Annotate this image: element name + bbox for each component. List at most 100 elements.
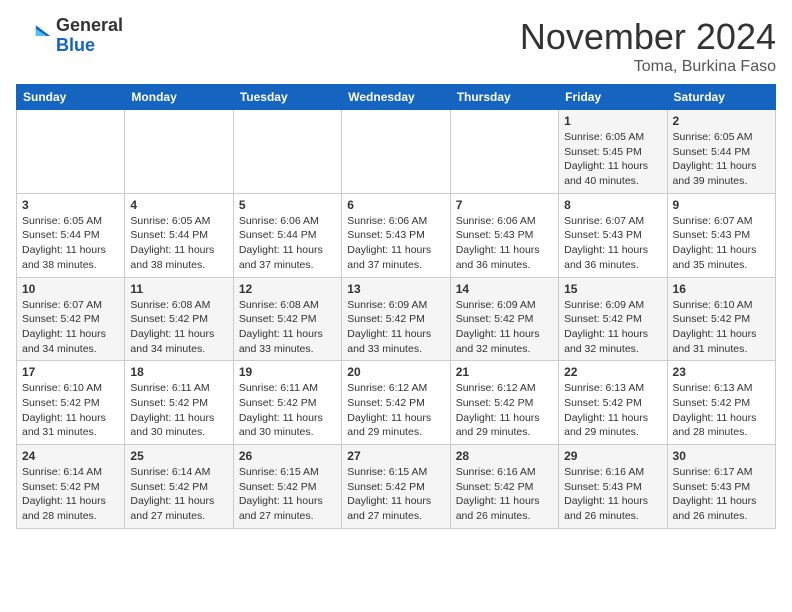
day-info: Sunrise: 6:05 AMSunset: 5:45 PMDaylight:… (564, 130, 661, 189)
day-info: Sunrise: 6:09 AMSunset: 5:42 PMDaylight:… (456, 298, 553, 357)
day-info: Sunrise: 6:09 AMSunset: 5:42 PMDaylight:… (347, 298, 444, 357)
day-info: Sunrise: 6:13 AMSunset: 5:42 PMDaylight:… (564, 381, 661, 440)
day-number: 10 (22, 282, 119, 296)
day-cell: 5Sunrise: 6:06 AMSunset: 5:44 PMDaylight… (233, 193, 341, 277)
day-info: Sunrise: 6:11 AMSunset: 5:42 PMDaylight:… (239, 381, 336, 440)
day-number: 15 (564, 282, 661, 296)
day-number: 4 (130, 198, 227, 212)
day-number: 3 (22, 198, 119, 212)
calendar-body: 1 Sunrise: 6:05 AMSunset: 5:45 PMDaylight… (17, 110, 776, 529)
day-number: 16 (673, 282, 770, 296)
day-info: Sunrise: 6:14 AMSunset: 5:42 PMDaylight:… (22, 465, 119, 524)
day-cell: 28Sunrise: 6:16 AMSunset: 5:42 PMDayligh… (450, 445, 558, 529)
month-title: November 2024 (520, 16, 776, 58)
day-info: Sunrise: 6:12 AMSunset: 5:42 PMDaylight:… (456, 381, 553, 440)
day-number: 7 (456, 198, 553, 212)
day-number: 30 (673, 449, 770, 463)
day-cell: 1 Sunrise: 6:05 AMSunset: 5:45 PMDaylight… (559, 110, 667, 194)
day-cell: 17 Sunrise: 6:10 AMSunset: 5:42 PMDayligh… (17, 361, 125, 445)
day-number: 9 (673, 198, 770, 212)
day-number: 18 (130, 365, 227, 379)
header-cell-sunday: Sunday (17, 85, 125, 110)
day-number: 14 (456, 282, 553, 296)
day-cell: 8 Sunrise: 6:07 AMSunset: 5:43 PMDaylight… (559, 193, 667, 277)
day-cell: 9 Sunrise: 6:07 AMSunset: 5:43 PMDaylight… (667, 193, 775, 277)
week-row-4: 17 Sunrise: 6:10 AMSunset: 5:42 PMDayligh… (17, 361, 776, 445)
day-info: Sunrise: 6:17 AMSunset: 5:43 PMDaylight:… (673, 465, 770, 524)
day-info: Sunrise: 6:07 AMSunset: 5:43 PMDaylight:… (673, 214, 770, 273)
day-number: 22 (564, 365, 661, 379)
calendar-header: SundayMondayTuesdayWednesdayThursdayFrid… (17, 85, 776, 110)
day-info: Sunrise: 6:14 AMSunset: 5:42 PMDaylight:… (130, 465, 227, 524)
day-cell: 13Sunrise: 6:09 AMSunset: 5:42 PMDayligh… (342, 277, 450, 361)
day-cell (233, 110, 341, 194)
day-cell (342, 110, 450, 194)
day-cell (17, 110, 125, 194)
day-cell: 25 Sunrise: 6:14 AMSunset: 5:42 PMDayligh… (125, 445, 233, 529)
day-number: 5 (239, 198, 336, 212)
day-number: 17 (22, 365, 119, 379)
day-cell: 22 Sunrise: 6:13 AMSunset: 5:42 PMDayligh… (559, 361, 667, 445)
day-info: Sunrise: 6:13 AMSunset: 5:42 PMDaylight:… (673, 381, 770, 440)
day-cell (125, 110, 233, 194)
day-number: 23 (673, 365, 770, 379)
day-info: Sunrise: 6:10 AMSunset: 5:42 PMDaylight:… (22, 381, 119, 440)
day-number: 21 (456, 365, 553, 379)
header-row: SundayMondayTuesdayWednesdayThursdayFrid… (17, 85, 776, 110)
day-info: Sunrise: 6:12 AMSunset: 5:42 PMDaylight:… (347, 381, 444, 440)
day-number: 20 (347, 365, 444, 379)
day-info: Sunrise: 6:10 AMSunset: 5:42 PMDaylight:… (673, 298, 770, 357)
day-cell: 26 Sunrise: 6:15 AMSunset: 5:42 PMDayligh… (233, 445, 341, 529)
day-cell: 11Sunrise: 6:08 AMSunset: 5:42 PMDayligh… (125, 277, 233, 361)
day-info: Sunrise: 6:05 AMSunset: 5:44 PMDaylight:… (130, 214, 227, 273)
header-cell-thursday: Thursday (450, 85, 558, 110)
day-cell: 6 Sunrise: 6:06 AMSunset: 5:43 PMDaylight… (342, 193, 450, 277)
day-info: Sunrise: 6:07 AMSunset: 5:43 PMDaylight:… (564, 214, 661, 273)
day-info: Sunrise: 6:16 AMSunset: 5:43 PMDaylight:… (564, 465, 661, 524)
day-number: 26 (239, 449, 336, 463)
day-cell: 19Sunrise: 6:11 AMSunset: 5:42 PMDayligh… (233, 361, 341, 445)
day-cell (450, 110, 558, 194)
day-cell: 15 Sunrise: 6:09 AMSunset: 5:42 PMDayligh… (559, 277, 667, 361)
day-number: 2 (673, 114, 770, 128)
day-cell: 14 Sunrise: 6:09 AMSunset: 5:42 PMDayligh… (450, 277, 558, 361)
day-cell: 23 Sunrise: 6:13 AMSunset: 5:42 PMDayligh… (667, 361, 775, 445)
calendar-table: SundayMondayTuesdayWednesdayThursdayFrid… (16, 84, 776, 529)
logo-text: General Blue (56, 16, 123, 56)
day-info: Sunrise: 6:09 AMSunset: 5:42 PMDaylight:… (564, 298, 661, 357)
day-info: Sunrise: 6:16 AMSunset: 5:42 PMDaylight:… (456, 465, 553, 524)
day-info: Sunrise: 6:15 AMSunset: 5:42 PMDaylight:… (239, 465, 336, 524)
day-cell: 18 Sunrise: 6:11 AMSunset: 5:42 PMDayligh… (125, 361, 233, 445)
week-row-1: 1 Sunrise: 6:05 AMSunset: 5:45 PMDaylight… (17, 110, 776, 194)
day-number: 11 (130, 282, 227, 296)
day-number: 27 (347, 449, 444, 463)
day-info: Sunrise: 6:08 AMSunset: 5:42 PMDaylight:… (239, 298, 336, 357)
day-info: Sunrise: 6:11 AMSunset: 5:42 PMDaylight:… (130, 381, 227, 440)
title-block: November 2024 Toma, Burkina Faso (520, 16, 776, 76)
header-cell-wednesday: Wednesday (342, 85, 450, 110)
day-info: Sunrise: 6:05 AMSunset: 5:44 PMDaylight:… (673, 130, 770, 189)
location: Toma, Burkina Faso (520, 58, 776, 76)
header-cell-saturday: Saturday (667, 85, 775, 110)
day-cell: 12 Sunrise: 6:08 AMSunset: 5:42 PMDayligh… (233, 277, 341, 361)
day-cell: 10 Sunrise: 6:07 AMSunset: 5:42 PMDayligh… (17, 277, 125, 361)
header-cell-monday: Monday (125, 85, 233, 110)
day-cell: 30 Sunrise: 6:17 AMSunset: 5:43 PMDayligh… (667, 445, 775, 529)
day-info: Sunrise: 6:06 AMSunset: 5:43 PMDaylight:… (347, 214, 444, 273)
logo-icon (16, 18, 52, 54)
day-number: 25 (130, 449, 227, 463)
day-info: Sunrise: 6:15 AMSunset: 5:42 PMDaylight:… (347, 465, 444, 524)
day-cell: 3 Sunrise: 6:05 AMSunset: 5:44 PMDaylight… (17, 193, 125, 277)
day-number: 12 (239, 282, 336, 296)
page-header: General Blue November 2024 Toma, Burkina… (16, 16, 776, 76)
day-number: 8 (564, 198, 661, 212)
day-number: 1 (564, 114, 661, 128)
day-info: Sunrise: 6:05 AMSunset: 5:44 PMDaylight:… (22, 214, 119, 273)
day-cell: 29 Sunrise: 6:16 AMSunset: 5:43 PMDayligh… (559, 445, 667, 529)
day-info: Sunrise: 6:07 AMSunset: 5:42 PMDaylight:… (22, 298, 119, 357)
day-cell: 16 Sunrise: 6:10 AMSunset: 5:42 PMDayligh… (667, 277, 775, 361)
week-row-2: 3 Sunrise: 6:05 AMSunset: 5:44 PMDaylight… (17, 193, 776, 277)
day-number: 6 (347, 198, 444, 212)
day-number: 29 (564, 449, 661, 463)
day-cell: 20 Sunrise: 6:12 AMSunset: 5:42 PMDayligh… (342, 361, 450, 445)
